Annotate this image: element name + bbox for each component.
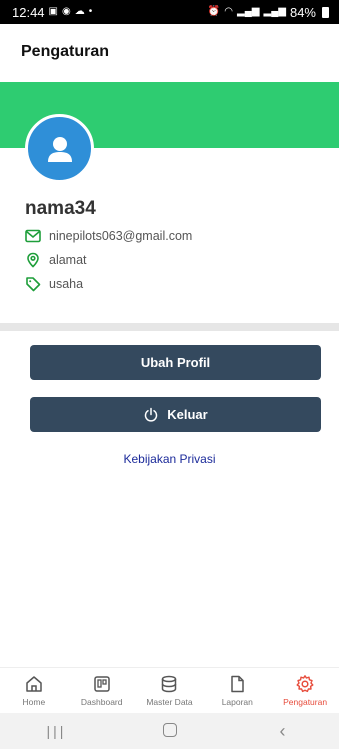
status-left: 12:44 ▣ ◉ ☁ • [12, 5, 92, 20]
status-bar: 12:44 ▣ ◉ ☁ • ⏰ ◠ ▂▄▆ ▂▄▆ 84% [0, 0, 339, 24]
image-icon: ▣ [48, 6, 58, 17]
battery-level: 84% [289, 4, 316, 20]
email-text: ninepilots063@gmail.com [49, 229, 193, 243]
location-icon [27, 252, 39, 268]
address-row: alamat [25, 251, 87, 269]
circle-icon [162, 723, 177, 737]
status-time: 12:44 [12, 4, 45, 20]
nav-master-data-label: Master Data [146, 697, 193, 707]
cloud-icon: ☁ [74, 6, 85, 17]
nav-dashboard[interactable]: Dashboard [68, 668, 136, 713]
business-row: usaha [25, 275, 83, 293]
power-icon [145, 407, 158, 422]
nav-pengaturan[interactable]: Pengaturan [271, 668, 339, 713]
signal-icon: ▂▄▆ [263, 6, 286, 17]
avatar [25, 114, 94, 183]
database-icon [162, 675, 177, 693]
gear-icon [296, 675, 314, 693]
nav-dashboard-label: Dashboard [80, 697, 123, 707]
nav-laporan-label: Laporan [221, 697, 253, 707]
nav-laporan[interactable]: Laporan [203, 668, 271, 713]
home-icon [26, 676, 42, 692]
back-icon[interactable]: ‹ [253, 722, 313, 740]
recents-icon[interactable]: ||| [27, 724, 87, 738]
status-right: ⏰ ◠ ▂▄▆ ▂▄▆ 84% [208, 5, 329, 20]
edit-profile-button[interactable]: Ubah Profil [30, 345, 321, 380]
dashboard-icon [93, 676, 110, 692]
wifi-icon: ◠ [224, 6, 234, 17]
privacy-policy-link[interactable]: Kebijakan Privasi [0, 452, 339, 466]
mail-icon [25, 229, 41, 243]
dot-icon: • [88, 6, 93, 17]
nav-pengaturan-label: Pengaturan [283, 697, 328, 707]
section-divider [0, 323, 339, 331]
signal-icon: ▂▄▆ [237, 6, 260, 17]
tag-icon [26, 277, 41, 292]
edit-profile-label: Ubah Profil [140, 355, 211, 370]
battery-icon [322, 6, 329, 18]
home-button[interactable] [140, 722, 200, 740]
nav-master-data[interactable]: Master Data [136, 668, 204, 713]
bottom-nav: Home Dashboard Master Data Laporan Penga… [0, 667, 339, 713]
nav-home-label: Home [22, 697, 46, 707]
logout-label: Keluar [167, 407, 208, 422]
logout-button[interactable]: Keluar [30, 397, 321, 432]
profile-name: nama34 [25, 198, 96, 219]
page-title: Pengaturan [21, 43, 110, 60]
alarm-icon: ⏰ [207, 6, 221, 17]
user-icon [47, 136, 72, 162]
email-row: ninepilots063@gmail.com [25, 227, 192, 245]
business-text: usaha [49, 277, 84, 291]
file-icon [231, 675, 245, 693]
address-text: alamat [49, 253, 87, 267]
nav-home[interactable]: Home [0, 668, 68, 713]
system-nav: ||| ‹ [0, 713, 339, 749]
messenger-icon: ◉ [62, 6, 71, 17]
app-header: Pengaturan [0, 24, 339, 80]
